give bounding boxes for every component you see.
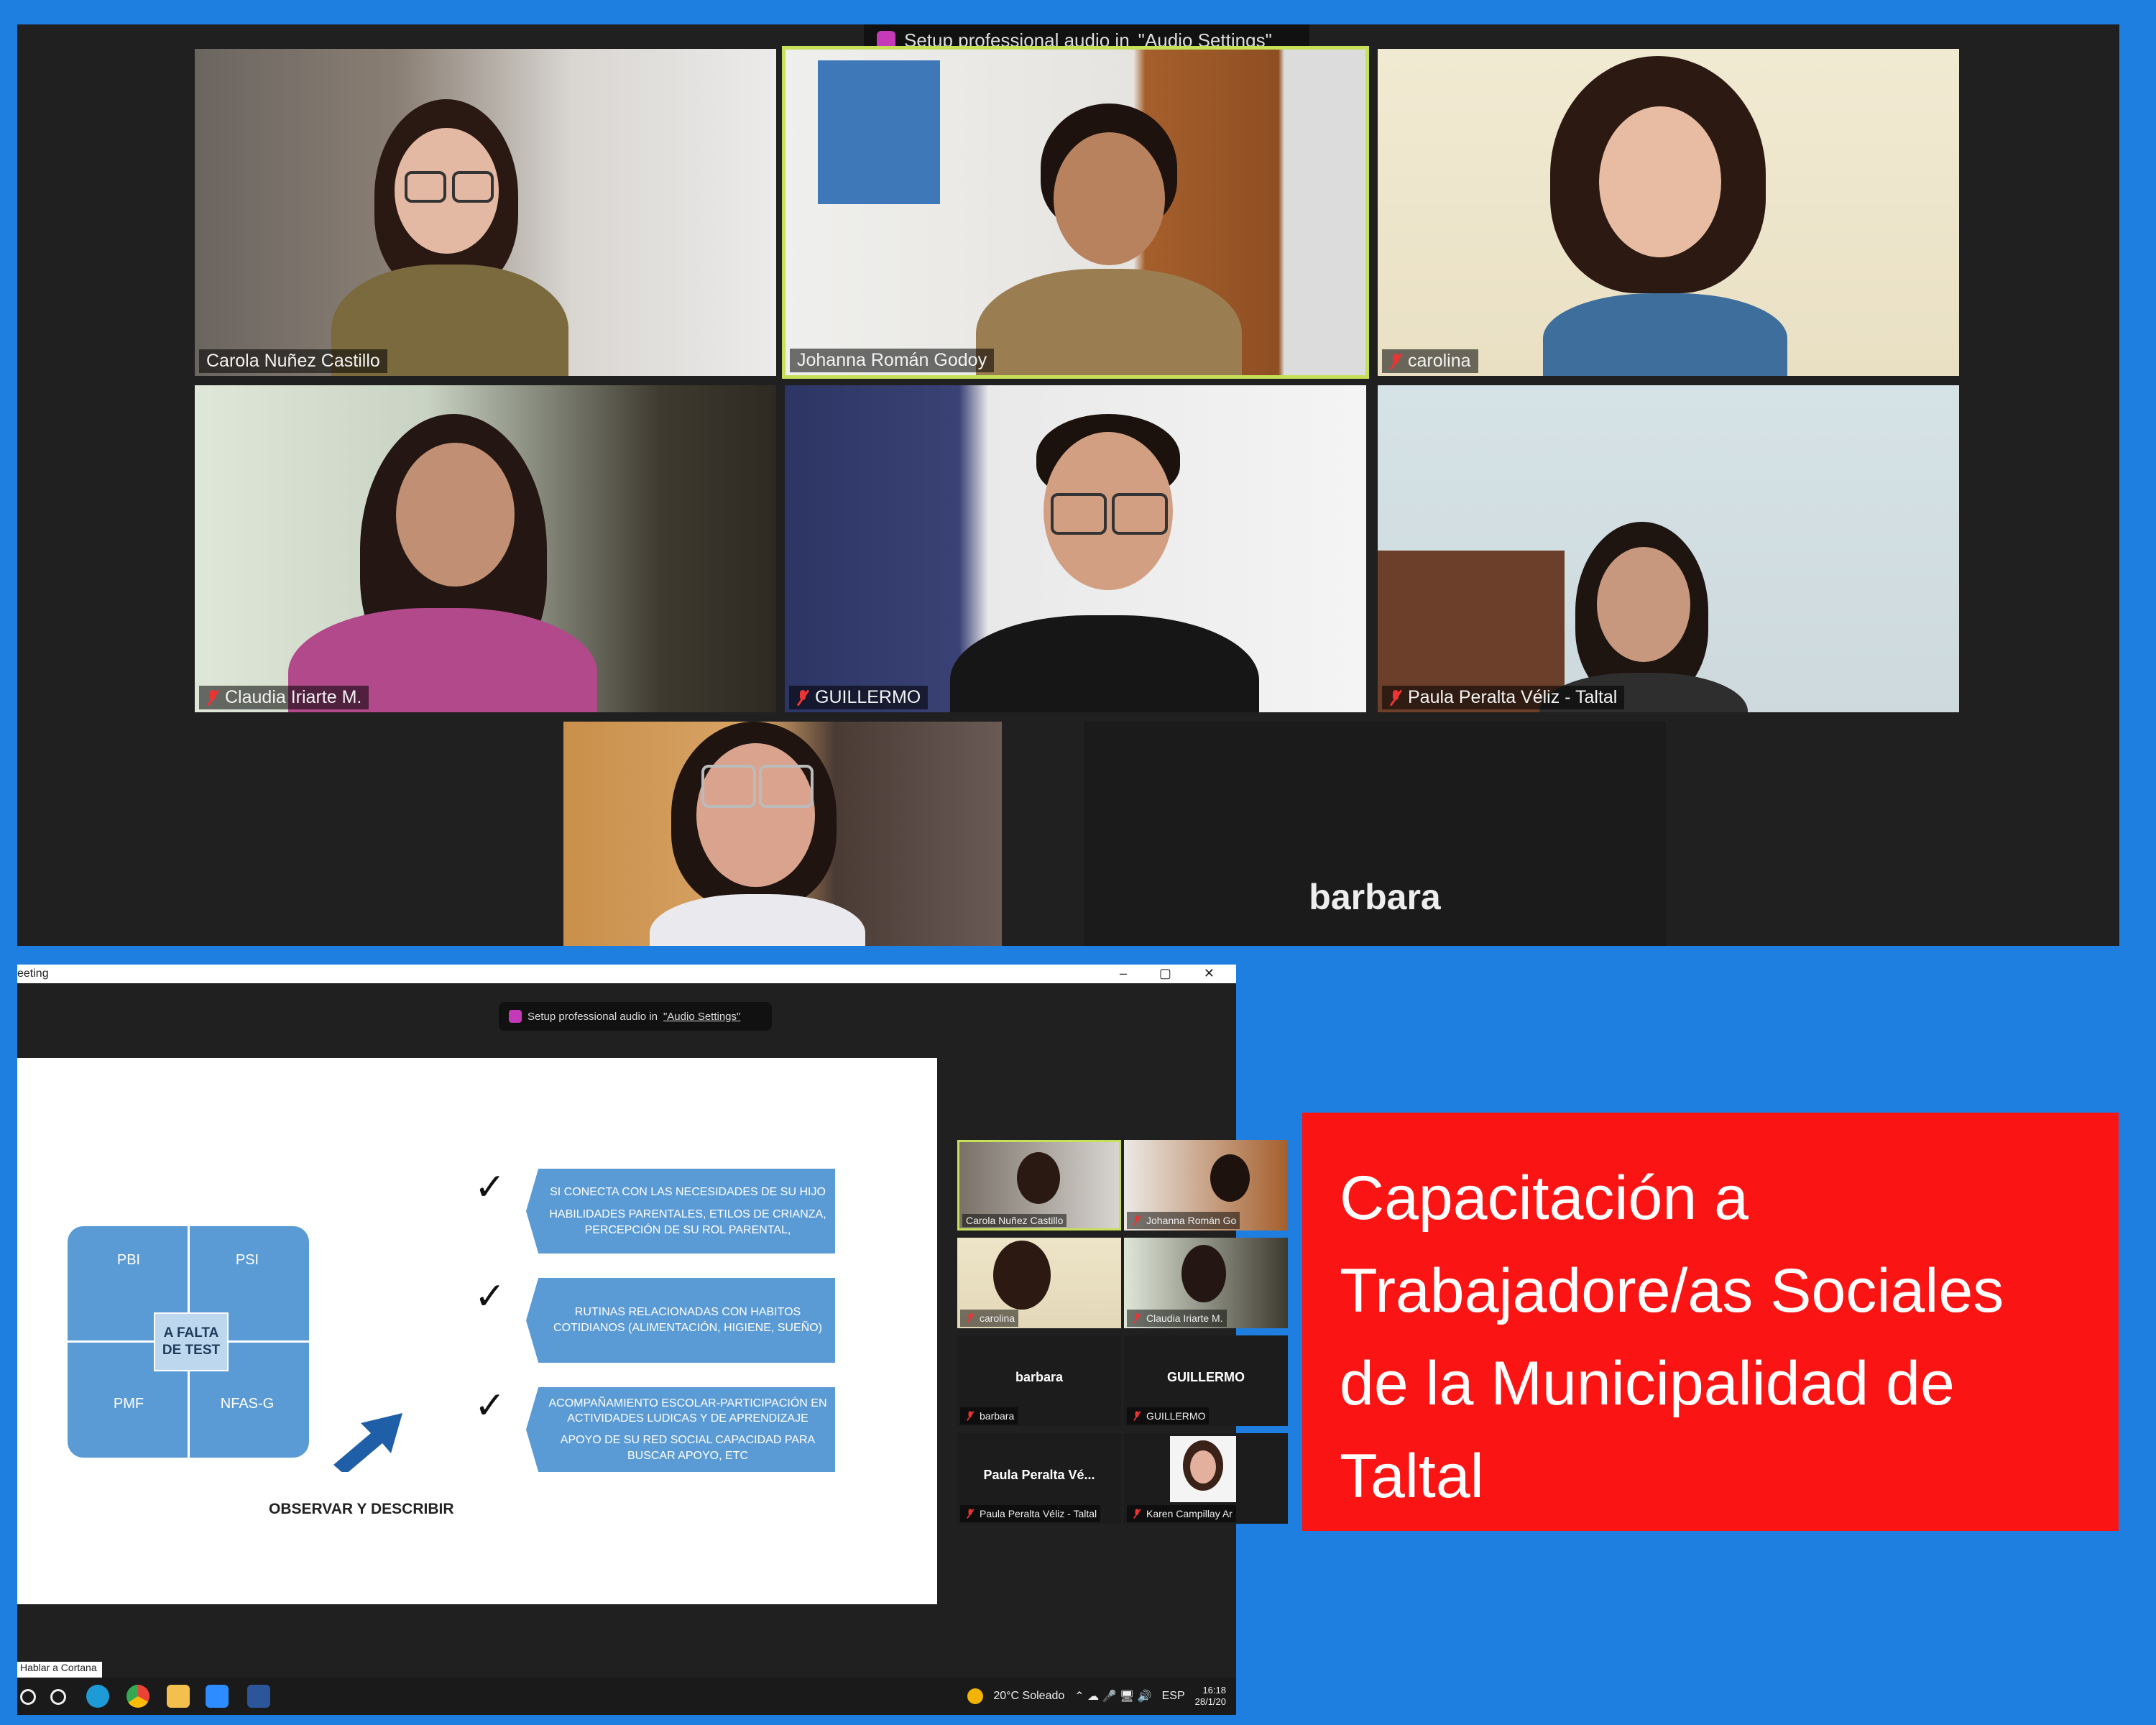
banner-text: Setup professional audio in [528,1010,658,1023]
weather-sun-icon [967,1688,984,1704]
zoom-share-window: eeting – ▢ ✕ Setup professional audio in… [17,965,1288,1715]
video-tile-barbara[interactable]: barbara [1084,722,1666,946]
video-tile-claudia[interactable]: Claudia Iriarte M. [195,385,776,712]
slide-footer-text: OBSERVAR Y DESCRIBIR [269,1501,454,1517]
thumbnail-name: Claudia Iriarte M. [1127,1310,1227,1327]
thumbnail-claudia[interactable]: Claudia Iriarte M. [1124,1238,1288,1328]
grid-label-psi: PSI [235,1252,259,1268]
thumbnail-name: carolina [960,1310,1019,1327]
thumbnail-name: Carola Nuñez Castillo [962,1214,1067,1227]
grid-label-pbi: PBI [116,1252,141,1268]
video-tile-paula[interactable]: Paula Peralta Véliz - Taltal [1378,385,1959,712]
mic-muted-icon [1133,1313,1141,1322]
checkmark-icon: ✓ [474,1167,506,1208]
slide-item: RUTINAS RELACIONADAS CON HABITOS COTIDIA… [526,1278,835,1363]
audio-settings-icon [509,1010,522,1023]
thumbnail-name: GUILLERMO [1127,1407,1210,1425]
windows-taskbar: 20°C Soleado ⌃ ☁ 🎤 🖥 🔊 ESP 16:18 28/1/20 [17,1678,1236,1715]
participant-name-label: Johanna Román Godoy [790,349,995,372]
mic-muted-icon [1133,1215,1141,1225]
cortana-tooltip: Hablar a Cortana [17,1662,102,1678]
thumbnail-name: Johanna Román Go [1127,1212,1240,1229]
task-view-icon[interactable] [50,1689,66,1705]
video-off-name: barbara [1309,877,1441,917]
zoom-gallery-window: Setup professional audio in "Audio Setti… [17,24,2119,946]
tray-icons[interactable]: ⌃ ☁ 🎤 🖥 🔊 [1074,1689,1151,1703]
mic-muted-icon [1133,1411,1141,1420]
video-tile-carolina[interactable]: carolina [1378,49,1959,376]
file-explorer-icon[interactable] [167,1685,190,1708]
zoom-app-icon[interactable] [206,1685,229,1708]
mic-muted-icon [1389,353,1402,369]
participant-name-label: carolina [1382,349,1478,373]
thumbnail-barbara[interactable]: barbara barbara [957,1335,1121,1426]
slide-item: ACOMPAÑAMIENTO ESCOLAR-PARTICIPACIÓN EN … [526,1387,835,1472]
video-off-name: barbara [1015,1370,1064,1384]
mic-muted-icon [1133,1509,1141,1518]
thumbnail-johanna[interactable]: Johanna Román Go [1124,1140,1288,1230]
mic-muted-icon [967,1313,975,1322]
window-titlebar: eeting – ▢ ✕ [17,965,1236,983]
checkmark-icon: ✓ [474,1385,506,1427]
weather-text[interactable]: 20°C Soleado [993,1690,1064,1703]
participant-name-label: Carola Nuñez Castillo [199,349,387,373]
mic-muted-icon [206,689,219,706]
thumbnail-name: Karen Campillay Ar [1127,1505,1236,1522]
video-tile-karen[interactable] [563,722,1002,946]
thumbnail-carola[interactable]: Carola Nuñez Castillo [957,1140,1121,1230]
checkmark-icon: ✓ [474,1276,506,1317]
word-app-icon[interactable] [247,1685,270,1708]
video-tile-johanna[interactable]: Johanna Román Godoy [782,46,1369,379]
thumbnail-paula[interactable]: Paula Peralta Vé... Paula Peralta Véliz … [957,1433,1121,1524]
audio-settings-banner[interactable]: Setup professional audio in "Audio Setti… [499,1002,772,1031]
caption-box: Capacitación a Trabajadore/as Sociales d… [1302,1113,2119,1531]
video-off-name: Paula Peralta Vé... [983,1468,1095,1482]
grid-label-nfas-g: NFAS-G [220,1396,275,1412]
thumbnail-name: Paula Peralta Véliz - Taltal [960,1505,1101,1522]
slide-item: SI CONECTA CON LAS NECESIDADES DE SU HIJ… [526,1169,835,1254]
mic-muted-icon [967,1411,975,1420]
video-off-name: GUILLERMO [1167,1370,1245,1384]
video-tile-guillermo[interactable]: GUILLERMO [785,385,1366,712]
language-indicator[interactable]: ESP [1162,1690,1185,1703]
edge-browser-icon[interactable] [86,1685,109,1708]
arrow-icon [333,1413,402,1472]
mic-muted-icon [796,689,809,706]
shared-presentation-slide: PBI PSI PMF NFAS-G A FALTA DE TEST OBSER… [17,1058,937,1604]
window-controls[interactable]: – ▢ ✕ [1120,966,1229,981]
mic-muted-icon [1389,689,1402,706]
video-tile-carola[interactable]: Carola Nuñez Castillo [195,49,776,376]
participant-name-label: GUILLERMO [789,686,929,709]
system-tray: 20°C Soleado ⌃ ☁ 🎤 🖥 🔊 ESP 16:18 28/1/20 [967,1685,1226,1707]
thumbnail-carolina[interactable]: carolina [957,1238,1121,1328]
thumbnail-karen[interactable]: Karen Campillay Ar [1124,1433,1288,1524]
wall-painting [818,60,940,204]
window-title: eeting [17,967,49,980]
caption-text: Capacitación a Trabajadore/as Sociales d… [1340,1164,2004,1511]
chrome-icon[interactable] [126,1685,149,1708]
taskbar-clock[interactable]: 16:18 28/1/20 [1195,1685,1226,1707]
participant-name-label: Claudia Iriarte M. [199,686,369,709]
participant-name-label: Paula Peralta Véliz - Taltal [1382,686,1625,709]
thumbnail-name: barbara [960,1407,1018,1425]
audio-settings-link[interactable]: "Audio Settings" [663,1011,740,1023]
search-icon[interactable] [20,1689,36,1705]
grid-center-label: A FALTA DE TEST [154,1312,229,1371]
mic-muted-icon [967,1509,975,1518]
thumbnail-guillermo[interactable]: GUILLERMO GUILLERMO [1124,1335,1288,1426]
grid-label-pmf: PMF [113,1396,144,1412]
